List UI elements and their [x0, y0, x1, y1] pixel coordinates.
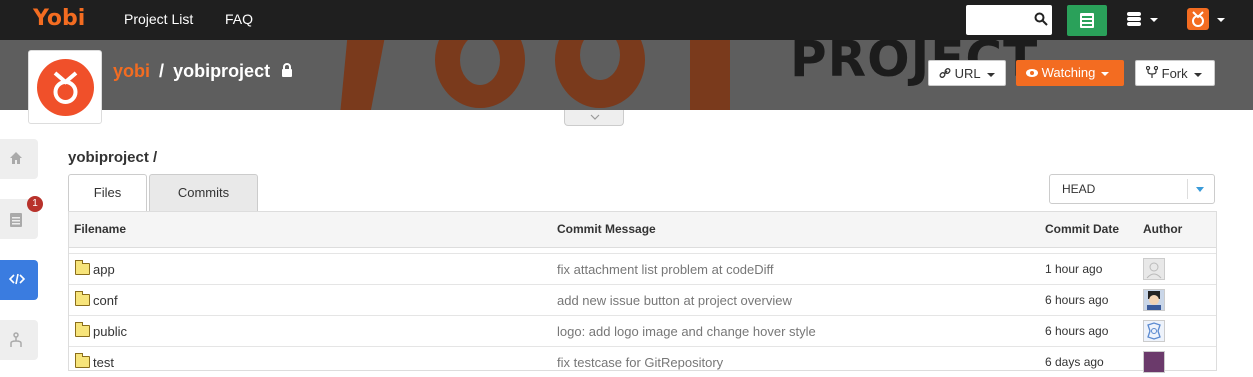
commit-message-link[interactable]: fix attachment list problem at codeDiff [557, 262, 774, 277]
user-photo [1147, 291, 1161, 310]
file-name-link[interactable]: test [93, 355, 114, 370]
tab-commits[interactable]: Commits [149, 174, 258, 212]
table-row[interactable]: conf add new issue button at project ove… [69, 284, 1216, 315]
table-header: Filename Commit Message Commit Date Auth… [69, 212, 1216, 248]
table-row[interactable]: public logo: add logo image and change h… [69, 315, 1216, 346]
issues-count-badge: 1 [27, 196, 43, 212]
chevron-down-icon[interactable] [1196, 187, 1204, 192]
column-header-author: Author [1143, 222, 1183, 236]
search-icon[interactable] [1034, 12, 1048, 26]
yobi-mark-icon [53, 71, 78, 104]
file-name-link[interactable]: conf [93, 293, 118, 308]
title-separator: / [159, 61, 165, 81]
fork-label: Fork [1161, 66, 1188, 81]
commit-date: 6 hours ago [1045, 293, 1109, 307]
project-logo[interactable] [28, 50, 102, 124]
commit-date: 6 hours ago [1045, 324, 1109, 338]
new-project-button[interactable] [1067, 5, 1107, 36]
author-avatar[interactable] [1143, 289, 1165, 311]
commit-date: 1 hour ago [1045, 262, 1103, 276]
tab-files[interactable]: Files [68, 174, 147, 212]
author-avatar[interactable] [1143, 320, 1165, 342]
banner-artwork [340, 40, 730, 110]
chevron-down-icon[interactable] [1217, 18, 1225, 22]
folder-icon [75, 260, 90, 275]
database-menu[interactable] [1126, 11, 1158, 32]
clipboard-icon [10, 213, 22, 227]
lock-icon [282, 63, 293, 77]
watching-label: Watching [1041, 65, 1096, 80]
default-user-icon [1146, 262, 1162, 279]
user-avatar-menu[interactable] [1187, 8, 1209, 30]
code-icon [9, 273, 25, 285]
chevron-down-icon [1101, 71, 1110, 76]
file-name-link[interactable]: public [93, 324, 127, 339]
commit-message-link[interactable]: fix testcase for GitRepository [557, 355, 723, 370]
project-logo-circle [37, 59, 94, 116]
clone-url-button[interactable]: URL [928, 60, 1006, 86]
watching-button[interactable]: Watching [1016, 60, 1124, 86]
project-name-link[interactable]: yobiproject [173, 61, 270, 81]
chevron-down-icon [1193, 72, 1202, 77]
file-name-link[interactable]: app [93, 262, 115, 277]
column-header-filename: Filename [74, 222, 127, 236]
identicon-icon [1147, 322, 1161, 340]
eye-icon [1026, 69, 1038, 77]
folder-icon [75, 322, 90, 337]
nav-faq[interactable]: FAQ [225, 11, 253, 27]
branch-select-value: HEAD [1062, 182, 1096, 196]
database-icon [1127, 12, 1141, 26]
pull-request-icon [10, 332, 22, 347]
author-avatar[interactable] [1143, 258, 1165, 280]
branch-select[interactable]: HEAD [1049, 174, 1215, 204]
url-label: URL [954, 66, 981, 81]
home-icon [10, 152, 22, 164]
file-table: Filename Commit Message Commit Date Auth… [68, 211, 1217, 373]
author-avatar[interactable] [1143, 351, 1165, 373]
branch-select-divider [1187, 179, 1188, 199]
project-title: yobi / yobiproject [113, 61, 293, 82]
commit-message-link[interactable]: logo: add logo image and change hover st… [557, 324, 816, 339]
yobi-mark-icon [1192, 11, 1204, 27]
chevron-down-icon [1150, 18, 1158, 22]
nav-project-list[interactable]: Project List [124, 11, 193, 27]
column-header-commit-message: Commit Message [557, 222, 656, 236]
link-icon [939, 67, 951, 79]
side-menu-code[interactable] [0, 260, 38, 300]
table-row[interactable]: test fix testcase for GitRepository 6 da… [69, 346, 1216, 377]
side-menu-home[interactable] [0, 139, 38, 179]
breadcrumb[interactable]: yobiproject / [68, 149, 157, 166]
yobi-logo[interactable]: Yobi [33, 6, 85, 31]
chevron-down-icon [986, 72, 995, 77]
new-icon [1080, 13, 1094, 28]
column-header-commit-date: Commit Date [1045, 222, 1120, 236]
commit-date: 6 days ago [1045, 355, 1104, 369]
side-menu-pull-requests[interactable] [0, 320, 38, 360]
banner-collapse-toggle[interactable] [564, 110, 624, 126]
fork-icon [1145, 65, 1159, 78]
folder-icon [75, 353, 90, 368]
commit-message-link[interactable]: add new issue button at project overview [557, 293, 792, 308]
chevron-down-icon [590, 114, 600, 120]
fork-button[interactable]: Fork [1135, 60, 1215, 86]
table-row[interactable]: app fix attachment list problem at codeD… [69, 253, 1216, 284]
project-owner-link[interactable]: yobi [113, 61, 150, 81]
top-navbar: Yobi Project List FAQ [0, 0, 1253, 40]
search-input[interactable] [966, 5, 1052, 35]
folder-icon [75, 291, 90, 306]
